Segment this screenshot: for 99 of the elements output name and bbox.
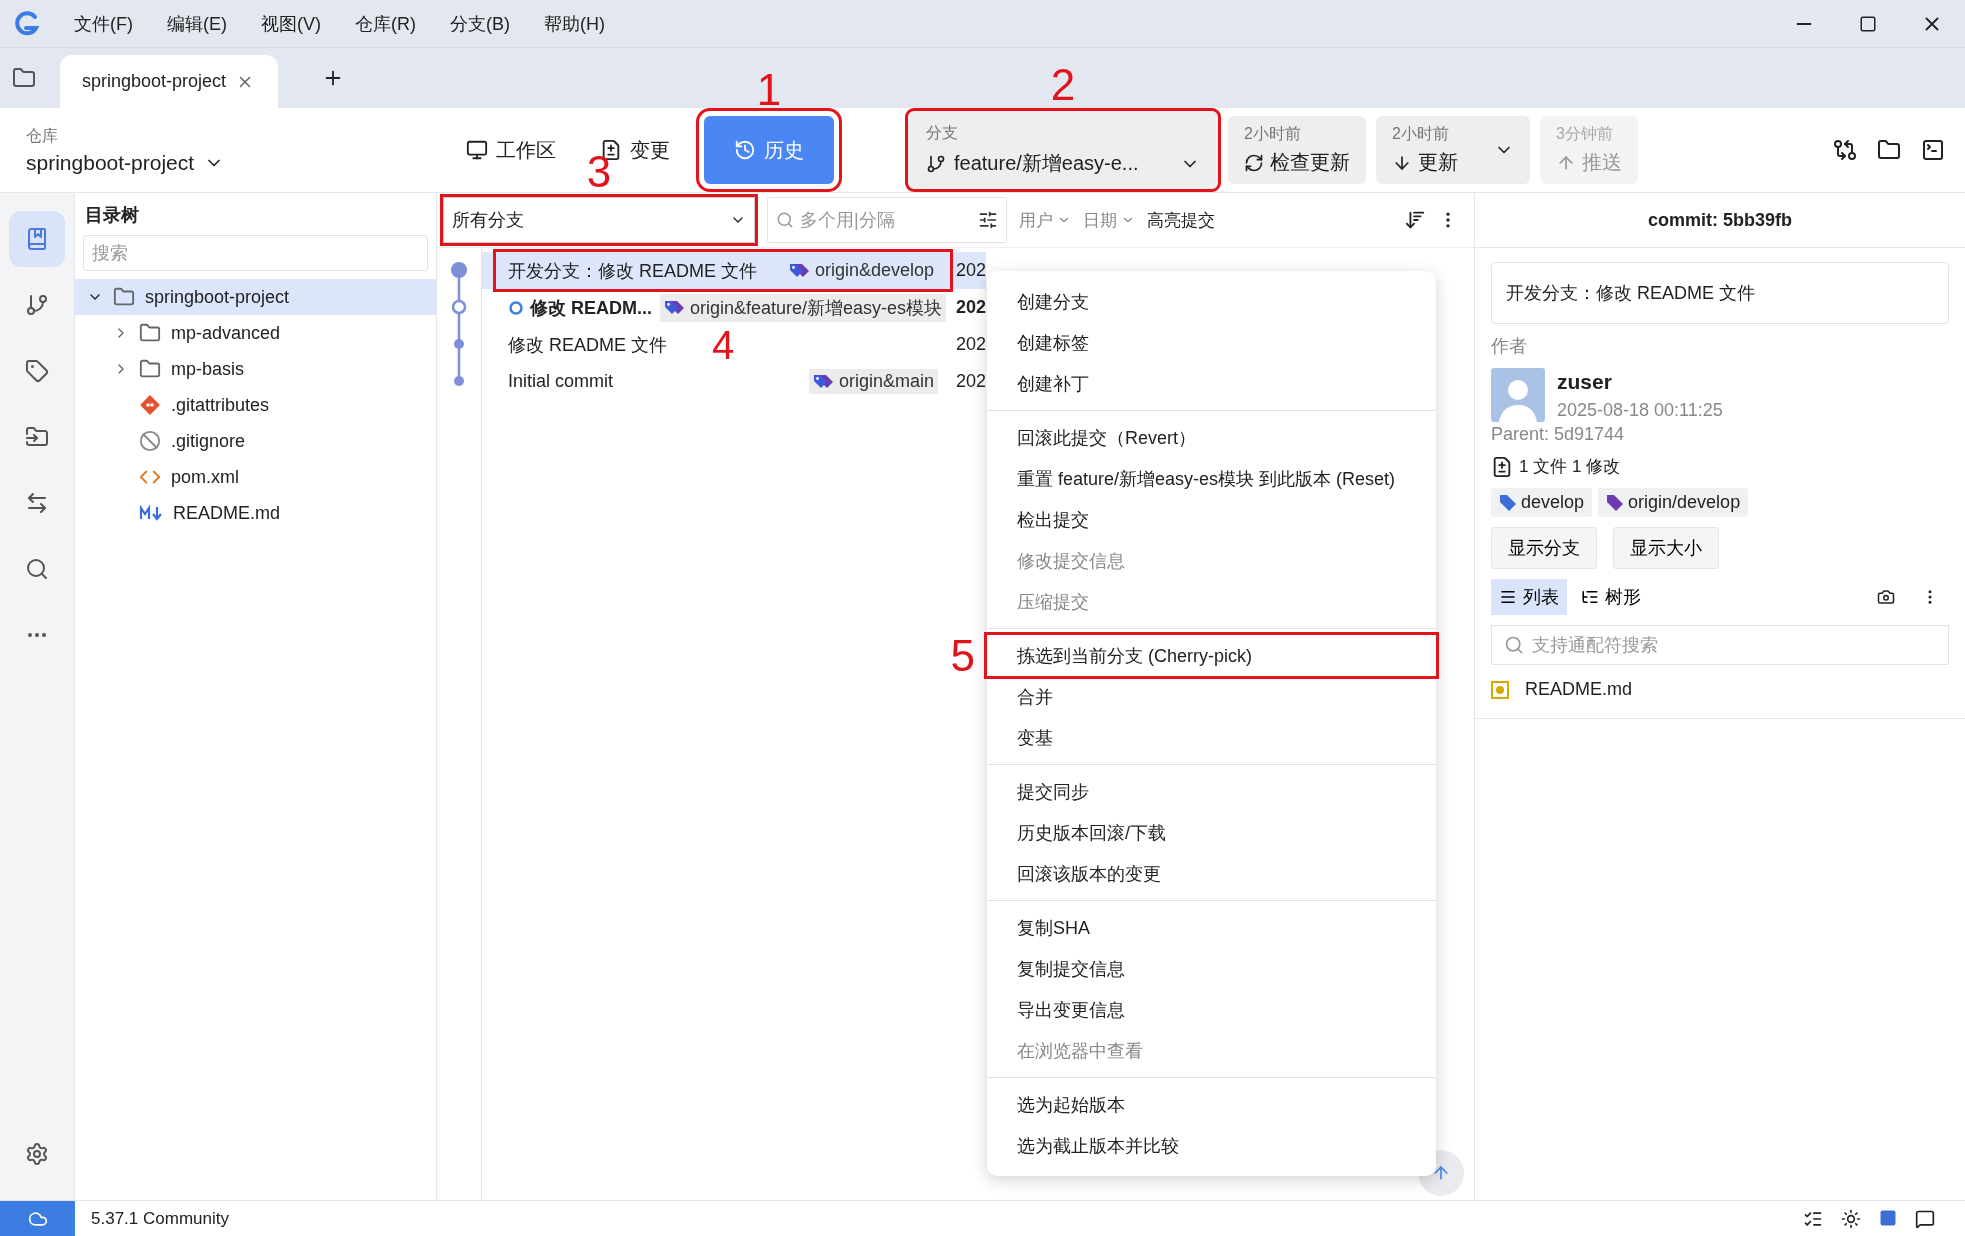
menu-item[interactable]: 历史版本回滚/下载 <box>987 812 1436 853</box>
toggle-button[interactable]: 显示分支 <box>1491 527 1597 569</box>
menu-item[interactable]: 提交同步 <box>987 771 1436 812</box>
menu-item[interactable]: 帮助(H) <box>544 11 605 36</box>
menu-item[interactable]: 创建标签 <box>987 322 1436 363</box>
branch-tag: origin&main <box>808 369 938 394</box>
tree-icon <box>1581 588 1599 606</box>
message-icon[interactable] <box>1915 1208 1935 1229</box>
folder-icon <box>139 358 161 380</box>
ignore-icon <box>139 430 161 452</box>
search-icon <box>776 211 794 229</box>
maximize-icon[interactable] <box>1859 14 1877 33</box>
sun-icon[interactable] <box>1841 1208 1861 1229</box>
repository-icon[interactable] <box>9 211 65 267</box>
folder-icon[interactable] <box>1877 138 1901 162</box>
commit-message[interactable]: 修改 READM... <box>508 295 652 320</box>
annotation-number: 3 <box>586 150 612 194</box>
tree-item[interactable]: springboot-project <box>75 279 436 315</box>
sync-button[interactable]: 2小时前 更新 <box>1376 116 1530 184</box>
view-tab[interactable]: 树形 <box>1573 579 1649 615</box>
menu-item[interactable]: 检出提交 <box>987 499 1436 540</box>
filter-dropdown[interactable]: 日期 <box>1083 208 1135 232</box>
repo-label: 仓库 <box>26 125 59 146</box>
tree-item[interactable]: README.md <box>75 495 436 531</box>
project-tab[interactable]: springboot-project <box>60 55 279 108</box>
menu-item[interactable]: 选为起始版本 <box>987 1084 1436 1125</box>
commit-message-box: 开发分支：修改 README 文件 <box>1491 262 1949 324</box>
menu-item[interactable]: 分支(B) <box>450 11 510 36</box>
commit-date: 202 <box>955 334 987 355</box>
menu-item[interactable]: 编辑(E) <box>167 11 227 36</box>
menu-item[interactable]: 回滚此提交（Revert） <box>987 417 1436 458</box>
tag-icon <box>788 261 811 280</box>
commit-message[interactable]: 开发分支：修改 README 文件 <box>508 258 757 283</box>
ref-tag: develop <box>1491 488 1593 517</box>
menu-item[interactable]: 回滚该版本的变更 <box>987 853 1436 894</box>
menu-item[interactable]: 仓库(R) <box>355 11 416 36</box>
sync-button[interactable]: 2小时前 检查更新 <box>1228 116 1366 184</box>
menu-item[interactable]: 导出变更信息 <box>987 989 1436 1030</box>
tree-item[interactable]: mp-basis <box>75 351 436 387</box>
annotation-number: 2 <box>1050 63 1076 107</box>
sort-icon[interactable] <box>1404 209 1426 231</box>
commit-date: 202 <box>955 297 987 318</box>
terminal-icon[interactable] <box>1921 138 1945 162</box>
parent-hash: Parent: 5d91744 <box>1491 424 1626 445</box>
author-name: zuser <box>1557 369 1613 394</box>
folder-icon[interactable] <box>12 66 36 90</box>
commit-message[interactable]: 修改 README 文件 <box>508 332 667 357</box>
annotation-number: 1 <box>756 68 782 112</box>
file-item[interactable]: README.md <box>1525 679 1632 700</box>
menu-item[interactable]: 创建补丁 <box>987 363 1436 404</box>
toggle-button[interactable]: 显示大小 <box>1613 527 1719 569</box>
avatar-silhouette <box>1491 368 1545 422</box>
sliders-icon[interactable] <box>978 210 998 230</box>
menu-item[interactable]: 选为截止版本并比较 <box>987 1125 1436 1166</box>
search-field[interactable]: 搜索 <box>83 235 428 271</box>
menu-item[interactable]: 复制提交信息 <box>987 948 1436 989</box>
annotation-number: 5 <box>950 633 975 678</box>
filter-dropdown[interactable]: 用户 <box>1019 208 1071 232</box>
commit-date: 2025-08-18 00:11:25 <box>1557 399 1723 421</box>
file-diff-icon <box>1491 455 1513 478</box>
view-tab[interactable]: 列表 <box>1491 579 1567 615</box>
annotation-number: 4 <box>711 325 735 365</box>
branch-tag: origin&feature/新增easy-es模块 <box>660 293 947 322</box>
folder-icon <box>139 322 161 344</box>
ring-icon <box>508 299 524 316</box>
panel-title: 目录树 <box>84 204 140 227</box>
commit-date: 202 <box>955 260 987 281</box>
menu-item[interactable]: 变基 <box>987 717 1436 758</box>
commit-message[interactable]: Initial commit <box>508 371 614 392</box>
menu-item[interactable]: 复制SHA <box>987 907 1436 948</box>
tree-item[interactable]: pom.xml <box>75 459 436 495</box>
version-label: 5.37.1 Community <box>90 1208 229 1229</box>
tag-icon <box>664 298 686 317</box>
branch-tag: origin&develop <box>784 258 938 283</box>
camera-icon[interactable] <box>1877 588 1895 606</box>
tag-icon <box>812 372 835 391</box>
folder-icon <box>113 286 135 308</box>
cloud-icon[interactable] <box>0 1200 75 1236</box>
highlight-toggle[interactable]: 高亮提交 <box>1147 208 1215 232</box>
tree-item[interactable]: .gitignore <box>75 423 436 459</box>
compare-icon[interactable] <box>1833 138 1857 162</box>
markdown-icon <box>139 505 163 521</box>
search-icon <box>1504 635 1524 655</box>
commit-title: commit: 5bb39fb <box>1475 193 1965 248</box>
tree-item[interactable]: mp-advanced <box>75 315 436 351</box>
author-label: 作者 <box>1491 335 1528 358</box>
change-summary: 1 文件 1 修改 <box>1491 455 1949 478</box>
menu-item[interactable]: 视图(V) <box>261 11 321 36</box>
ref-tag: origin/develop <box>1598 488 1749 517</box>
branch-icon <box>926 153 946 174</box>
menu-item[interactable]: 合并 <box>987 676 1436 717</box>
app-logo-icon <box>12 9 40 38</box>
tree-item[interactable]: .gitattributes <box>75 387 436 423</box>
commit-date: 202 <box>955 371 987 392</box>
square-icon[interactable] <box>1879 1208 1897 1227</box>
menu-item[interactable]: 文件(F) <box>74 11 133 36</box>
menu-item[interactable]: 创建分支 <box>987 281 1436 322</box>
menu-item[interactable]: 重置 feature/新增easy-es模块 到此版本 (Reset) <box>987 458 1436 499</box>
list-icon <box>1499 588 1517 606</box>
